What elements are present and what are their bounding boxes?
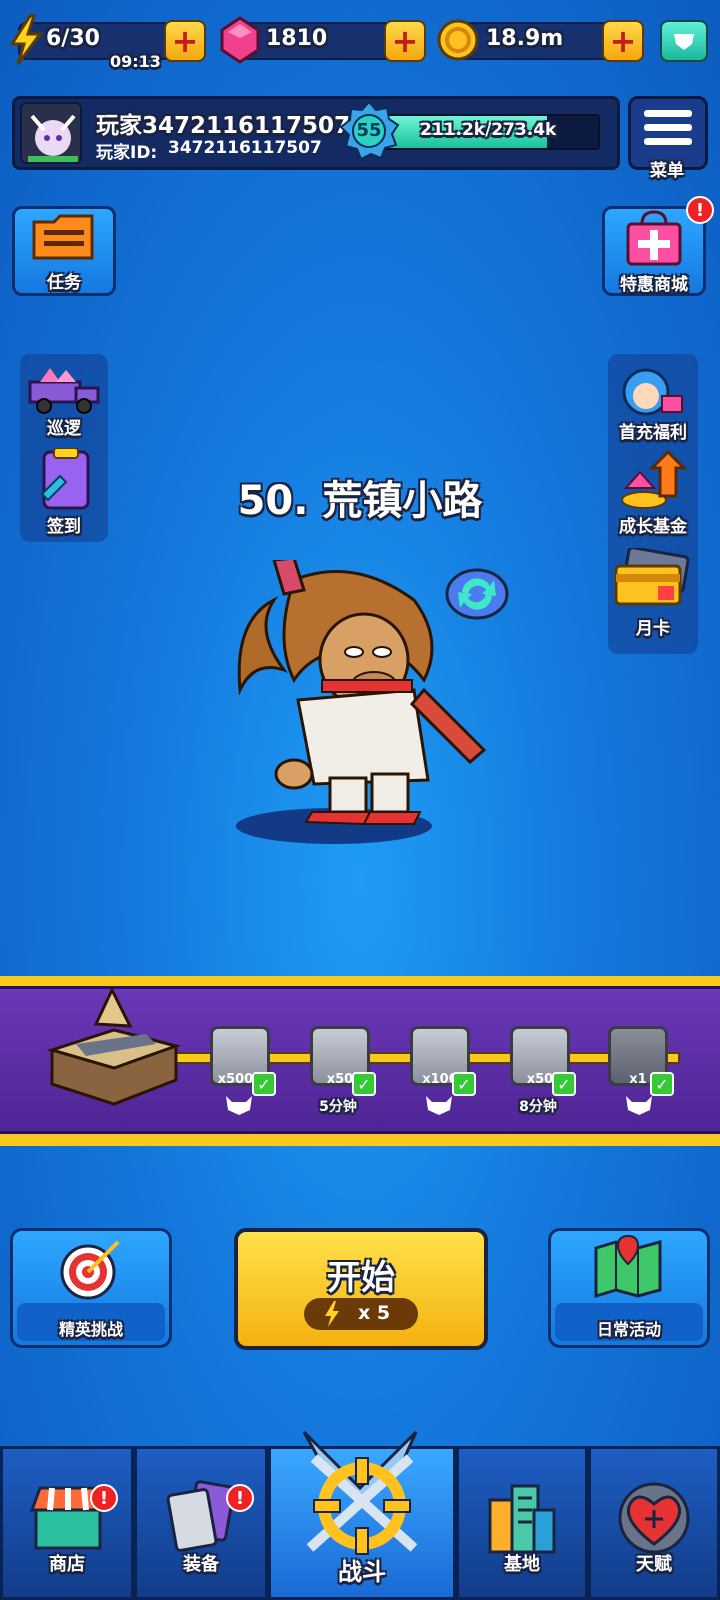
start-cost-value: x 5	[358, 1302, 391, 1324]
lightning-icon	[9, 14, 43, 65]
monthly-card-icon[interactable]	[612, 548, 692, 608]
reward-check-1: ✓	[252, 1072, 276, 1096]
add-gems-button[interactable]: +	[384, 20, 426, 62]
shield-icon	[674, 34, 694, 50]
menu-label: 菜单	[650, 161, 684, 181]
add-energy-button[interactable]: +	[164, 20, 206, 62]
equip-alert-badge: !	[226, 1484, 254, 1512]
daily-activity-label: 日常活动	[596, 1320, 661, 1339]
elite-challenge-label: 精英挑战	[58, 1320, 123, 1339]
shield-button[interactable]	[660, 20, 708, 62]
heart-shield-icon	[618, 1482, 690, 1554]
first-recharge-character-icon[interactable]	[616, 362, 688, 418]
gift-bag-icon	[626, 210, 682, 266]
add-coins-button[interactable]: +	[602, 20, 644, 62]
stage-title: 50. 荒镇小路	[237, 478, 483, 524]
nav-talent-label: 天赋	[636, 1554, 672, 1575]
first-recharge-label: 首充福利	[619, 423, 687, 443]
nav-battle-label: 战斗	[338, 1558, 386, 1586]
tasks-label: 任务	[47, 273, 81, 293]
menu-icon	[644, 110, 692, 145]
player-name: 玩家3472116117507	[96, 113, 351, 139]
demon-skull-icon	[226, 1096, 252, 1115]
avatar[interactable]	[20, 102, 82, 164]
energy-timer: 09:13	[110, 52, 161, 71]
monkey-hero-character[interactable]	[214, 560, 514, 850]
reward-check-5: ✓	[650, 1072, 674, 1096]
player-level: 55	[356, 120, 382, 141]
reward-check-3: ✓	[452, 1072, 476, 1096]
truck-icon[interactable]	[26, 362, 102, 418]
map-icon	[594, 1234, 662, 1298]
special-shop-label: 特惠商城	[620, 275, 688, 295]
gem-icon	[220, 16, 260, 64]
reward-time-4: 8分钟	[519, 1099, 557, 1115]
player-id-value: 3472116117507	[168, 138, 322, 158]
patrol-label: 巡逻	[47, 419, 81, 439]
energy-value: 6/30	[46, 26, 100, 51]
folder-icon	[32, 214, 94, 260]
special-shop-alert-badge: !	[686, 196, 714, 224]
xp-text: 211.2k/273.4k	[420, 120, 557, 140]
reward-check-2: ✓	[352, 1072, 376, 1096]
nav-base-label: 基地	[504, 1554, 540, 1575]
crossed-swords-crosshair-icon	[302, 1430, 418, 1555]
nav-shop-label: 商店	[49, 1554, 85, 1575]
monthly-card-label: 月卡	[636, 619, 670, 639]
shop-alert-badge: !	[90, 1484, 118, 1512]
start-label: 开始	[327, 1258, 395, 1298]
coins-value: 18.9m	[486, 26, 564, 51]
reward-check-4: ✓	[552, 1072, 576, 1096]
player-id-label: 玩家ID:	[96, 143, 158, 163]
lightning-icon	[325, 1301, 339, 1327]
buildings-icon	[488, 1484, 556, 1554]
nav-equip-label: 装备	[183, 1554, 219, 1575]
stage-island-icon	[46, 986, 182, 1106]
demon-skull-icon	[626, 1096, 652, 1115]
demon-skull-icon	[426, 1096, 452, 1115]
coin-icon	[437, 19, 479, 61]
gems-value: 1810	[266, 26, 328, 51]
reward-time-2: 5分钟	[319, 1099, 357, 1115]
target-icon	[60, 1240, 120, 1300]
